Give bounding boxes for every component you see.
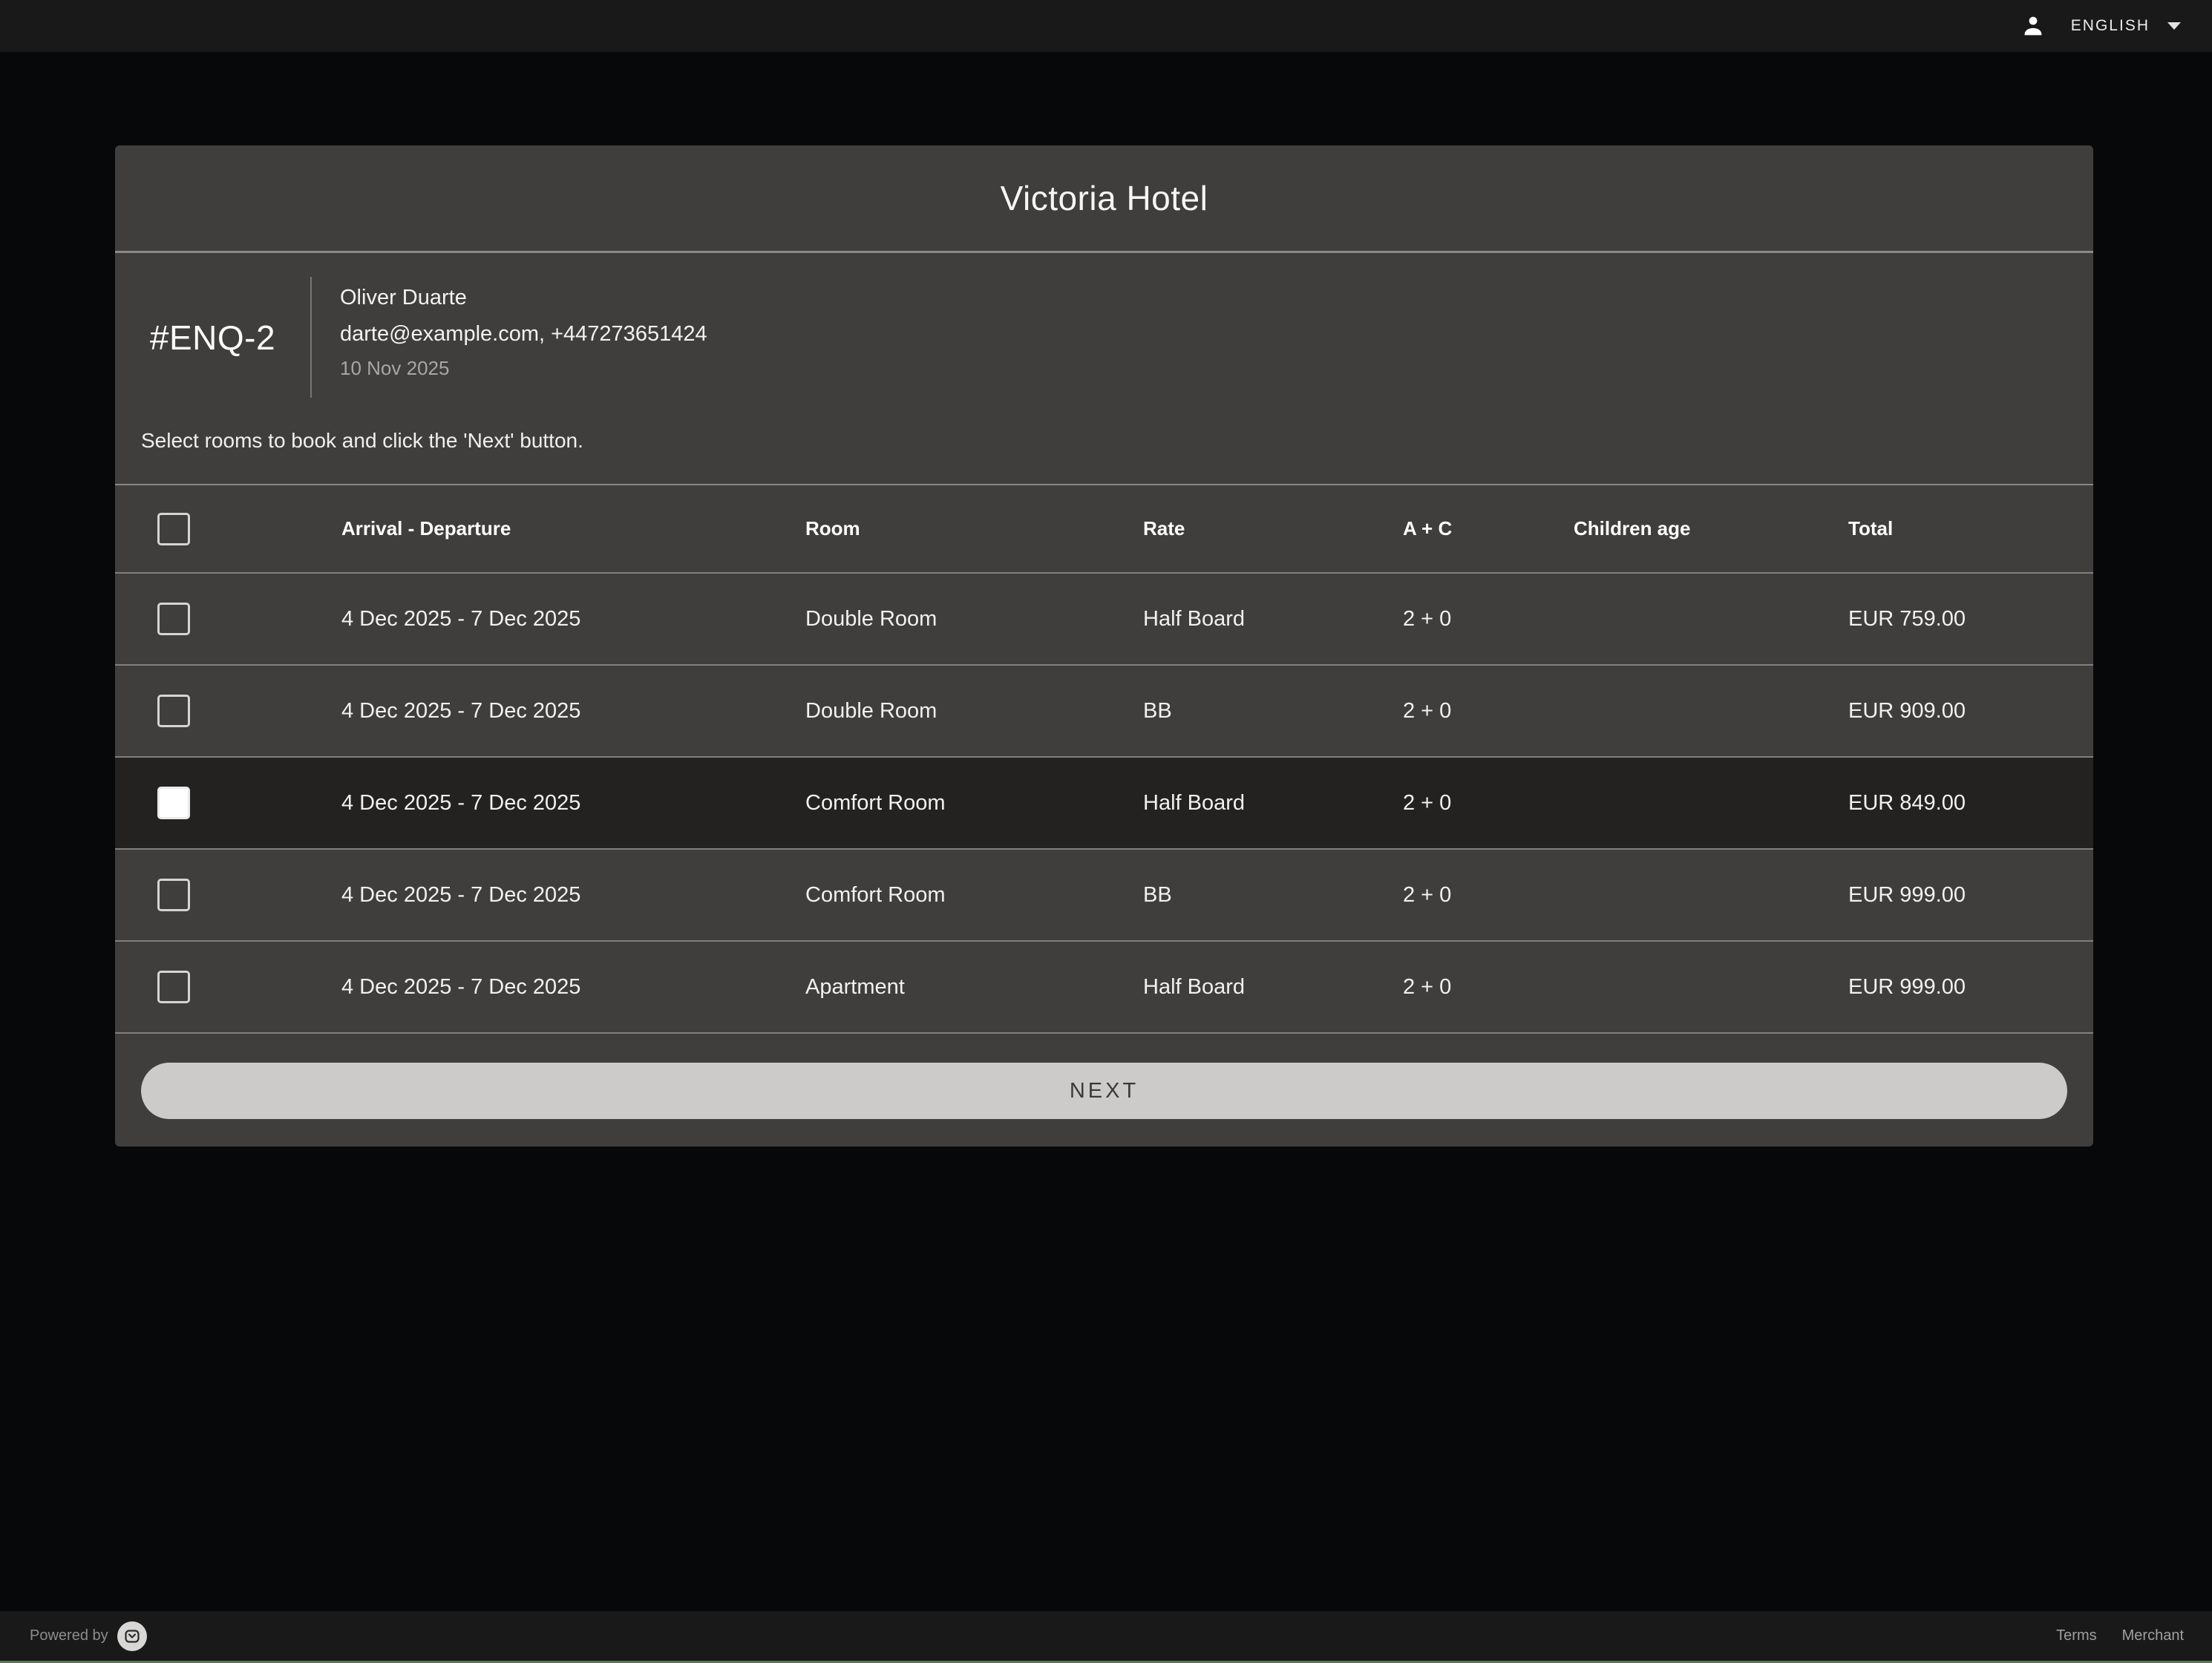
room-table: Arrival - Departure Room Rate A + C Chil…	[115, 484, 2093, 1034]
column-children-age: Children age	[1574, 517, 1691, 539]
cell-adults-children: 2 + 0	[1403, 606, 1452, 631]
row-checkbox-cell	[115, 695, 341, 727]
cell-rate: BB	[1143, 882, 1172, 907]
cell-rate: Half Board	[1143, 606, 1246, 631]
powered-by: Powered by	[30, 1621, 147, 1651]
select-all-checkbox[interactable]	[157, 512, 190, 545]
row-checkbox[interactable]	[157, 603, 190, 635]
cell-arrival-departure: 4 Dec 2025 - 7 Dec 2025	[341, 698, 581, 723]
cell-total: EUR 759.00	[1848, 606, 1966, 631]
terms-link[interactable]: Terms	[2056, 1627, 2096, 1644]
table-row[interactable]: 4 Dec 2025 - 7 Dec 2025 Comfort Room Hal…	[115, 758, 2093, 850]
row-checkbox-cell	[115, 879, 341, 911]
row-checkbox-cell	[115, 603, 341, 635]
cell-room: Double Room	[805, 698, 938, 723]
row-checkbox[interactable]	[157, 971, 190, 1003]
enquiry-id: #ENQ-2	[149, 318, 276, 357]
enquiry-date: 10 Nov 2025	[340, 357, 450, 379]
powered-by-logo-icon[interactable]	[117, 1621, 147, 1651]
topbar: ENGLISH	[0, 0, 2212, 52]
next-button[interactable]: NEXT	[141, 1063, 2067, 1119]
cell-adults-children: 2 + 0	[1403, 974, 1452, 999]
column-adults-children: A + C	[1403, 517, 1453, 539]
footer-links: Terms Merchant	[2056, 1627, 2184, 1644]
row-checkbox[interactable]	[157, 695, 190, 727]
cell-adults-children: 2 + 0	[1403, 790, 1452, 815]
footer: Powered by Terms Merchant	[0, 1611, 2212, 1661]
booking-card: Victoria Hotel #ENQ-2 Oliver Duarte dart…	[115, 145, 2093, 1147]
guest-name: Oliver Duarte	[340, 286, 467, 309]
instruction-text: Select rooms to book and click the 'Next…	[141, 429, 583, 452]
table-row[interactable]: 4 Dec 2025 - 7 Dec 2025 Comfort Room BB …	[115, 850, 2093, 942]
cell-rate: Half Board	[1143, 790, 1246, 815]
card-header: Victoria Hotel	[115, 145, 2093, 253]
cell-arrival-departure: 4 Dec 2025 - 7 Dec 2025	[341, 882, 581, 907]
table-header-row: Arrival - Departure Room Rate A + C Chil…	[115, 485, 2093, 574]
person-icon[interactable]	[2019, 12, 2047, 40]
cell-arrival-departure: 4 Dec 2025 - 7 Dec 2025	[341, 790, 581, 815]
table-row[interactable]: 4 Dec 2025 - 7 Dec 2025 Double Room Half…	[115, 574, 2093, 666]
powered-by-label: Powered by	[30, 1627, 108, 1644]
cell-room: Double Room	[805, 606, 938, 631]
guest-contact: darte@example.com, +447273651424	[340, 322, 707, 346]
page: { "topbar": { "language": "ENGLISH" }, "…	[0, 0, 2212, 1663]
cell-total: EUR 909.00	[1848, 698, 1966, 723]
enquiry-divider	[310, 277, 312, 398]
row-checkbox-cell	[115, 787, 341, 819]
merchant-link[interactable]: Merchant	[2122, 1627, 2184, 1644]
hotel-title: Victoria Hotel	[1000, 179, 1208, 217]
cell-arrival-departure: 4 Dec 2025 - 7 Dec 2025	[341, 974, 581, 999]
cell-room: Comfort Room	[805, 790, 946, 815]
column-rate: Rate	[1143, 517, 1185, 539]
table-row[interactable]: 4 Dec 2025 - 7 Dec 2025 Double Room BB 2…	[115, 666, 2093, 758]
language-selector[interactable]: ENGLISH	[2071, 17, 2181, 35]
row-checkbox[interactable]	[157, 787, 190, 819]
cell-total: EUR 999.00	[1848, 882, 1966, 907]
cell-adults-children: 2 + 0	[1403, 882, 1452, 907]
cell-rate: Half Board	[1143, 974, 1246, 999]
cell-arrival-departure: 4 Dec 2025 - 7 Dec 2025	[341, 606, 581, 631]
enquiry-summary: #ENQ-2 Oliver Duarte darte@example.com, …	[115, 277, 2093, 398]
cell-total: EUR 849.00	[1848, 790, 1966, 815]
language-label: ENGLISH	[2070, 17, 2150, 34]
cell-rate: BB	[1143, 698, 1172, 723]
room-table-body: 4 Dec 2025 - 7 Dec 2025 Double Room Half…	[115, 574, 2093, 1034]
header-checkbox-cell	[115, 512, 341, 545]
row-checkbox[interactable]	[157, 879, 190, 911]
chevron-down-icon	[2167, 22, 2181, 30]
column-arrival-departure: Arrival - Departure	[341, 517, 511, 539]
cell-total: EUR 999.00	[1848, 974, 1966, 999]
table-row[interactable]: 4 Dec 2025 - 7 Dec 2025 Apartment Half B…	[115, 942, 2093, 1034]
cell-room: Comfort Room	[805, 882, 946, 907]
enquiry-info: Oliver Duarte darte@example.com, +447273…	[340, 277, 707, 398]
cell-room: Apartment	[805, 974, 905, 999]
column-total: Total	[1848, 517, 1894, 539]
column-room: Room	[805, 517, 860, 539]
row-checkbox-cell	[115, 971, 341, 1003]
cell-adults-children: 2 + 0	[1403, 698, 1452, 723]
